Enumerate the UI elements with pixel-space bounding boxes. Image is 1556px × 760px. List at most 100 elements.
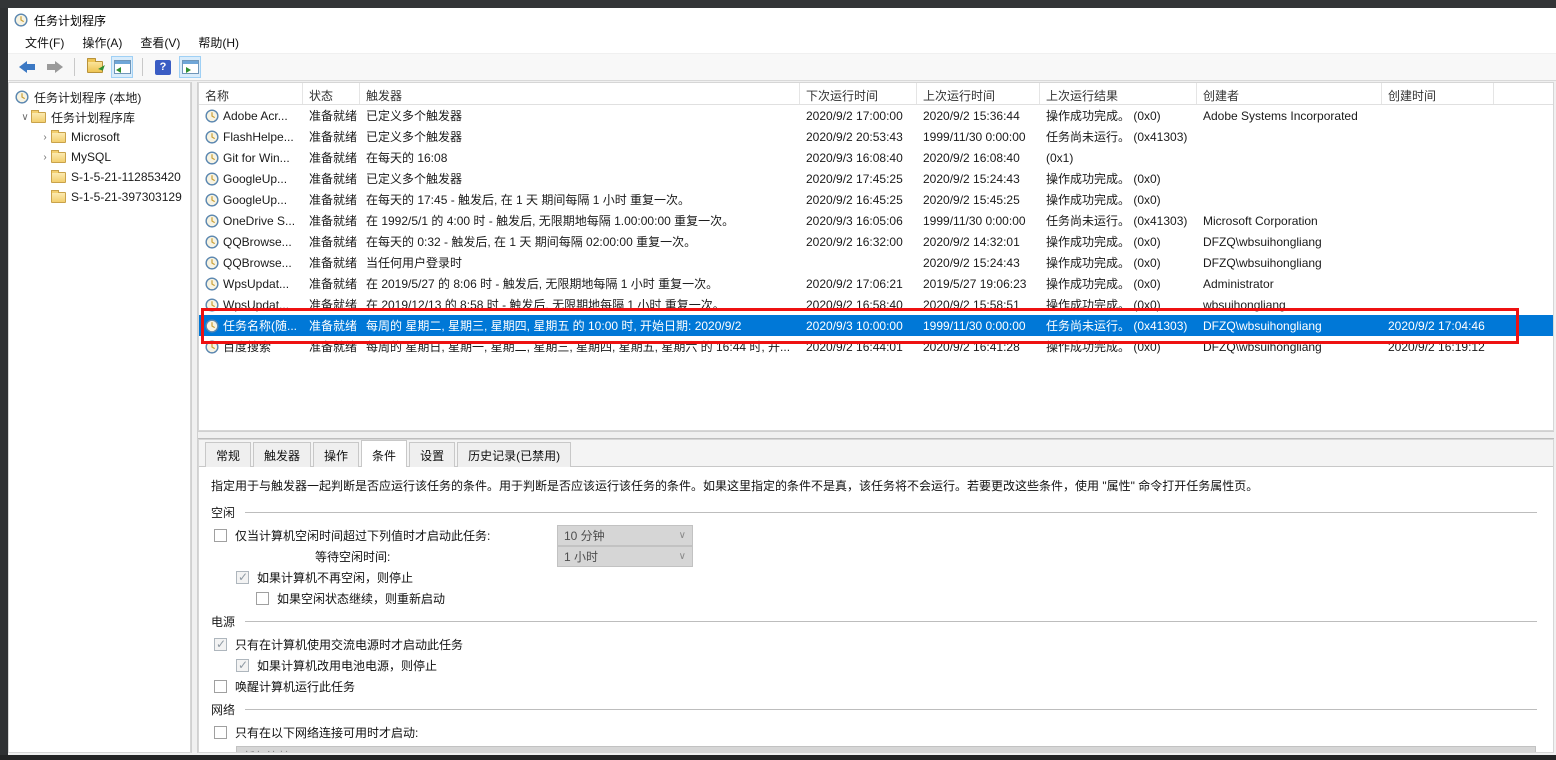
menu-file[interactable]: 文件(F) bbox=[16, 31, 73, 54]
ac-power-only-checkbox[interactable] bbox=[214, 638, 227, 651]
task-details-pane: 常规 触发器 操作 条件 设置 历史记录(已禁用) 指定用于与触发器一起判断是否… bbox=[198, 439, 1554, 753]
folder-icon bbox=[51, 132, 66, 143]
column-header-created[interactable]: 创建时间 bbox=[1382, 83, 1494, 104]
task-last-run: 1999/11/30 0:00:00 bbox=[917, 319, 1040, 333]
task-author: DFZQ\wbsuihongliang bbox=[1197, 319, 1382, 333]
tab-general[interactable]: 常规 bbox=[205, 442, 251, 467]
table-row[interactable]: Git for Win... 准备就绪 在每天的 16:08 2020/9/3 … bbox=[199, 147, 1553, 168]
table-row[interactable]: Adobe Acr... 准备就绪 已定义多个触发器 2020/9/2 17:0… bbox=[199, 105, 1553, 126]
table-row[interactable]: GoogleUp... 准备就绪 已定义多个触发器 2020/9/2 17:45… bbox=[199, 168, 1553, 189]
task-last-run: 1999/11/30 0:00:00 bbox=[917, 130, 1040, 144]
idle-start-checkbox[interactable] bbox=[214, 529, 227, 542]
stop-on-battery-checkbox[interactable] bbox=[236, 659, 249, 672]
help-icon: ? bbox=[155, 60, 171, 75]
chevron-down-icon[interactable]: ∨ bbox=[19, 112, 31, 123]
task-status: 准备就绪 bbox=[303, 254, 360, 271]
task-next-run: 2020/9/2 16:58:40 bbox=[800, 298, 917, 312]
tab-history[interactable]: 历史记录(已禁用) bbox=[457, 442, 571, 467]
chevron-right-icon[interactable]: › bbox=[39, 132, 51, 143]
help-button[interactable]: ? bbox=[152, 56, 174, 78]
task-created: 2020/9/2 17:04:46 bbox=[1382, 319, 1494, 333]
task-author: DFZQ\wbsuihongliang bbox=[1197, 340, 1382, 354]
task-trigger: 每周的 星期日, 星期一, 星期二, 星期三, 星期四, 星期五, 星期六 的 … bbox=[360, 338, 800, 355]
task-status: 准备就绪 bbox=[303, 212, 360, 229]
column-header-next-run[interactable]: 下次运行时间 bbox=[800, 83, 917, 104]
table-row[interactable]: FlashHelpe... 准备就绪 已定义多个触发器 2020/9/2 20:… bbox=[199, 126, 1553, 147]
app-clock-icon bbox=[14, 13, 28, 27]
stop-if-not-idle-checkbox[interactable] bbox=[236, 571, 249, 584]
tree-root-local[interactable]: 任务计划程序 (本地) bbox=[9, 87, 190, 107]
restart-if-idle-checkbox[interactable] bbox=[256, 592, 269, 605]
tab-settings[interactable]: 设置 bbox=[409, 442, 455, 467]
task-last-run: 1999/11/30 0:00:00 bbox=[917, 214, 1040, 228]
column-header-author[interactable]: 创建者 bbox=[1197, 83, 1382, 104]
chevron-right-icon[interactable]: › bbox=[39, 152, 51, 163]
column-header-result[interactable]: 上次运行结果 bbox=[1040, 83, 1197, 104]
toolbar-separator-2 bbox=[142, 58, 143, 76]
tree-item-label: S-1-5-21-397303129 bbox=[66, 190, 182, 204]
tab-actions[interactable]: 操作 bbox=[313, 442, 359, 467]
task-last-run: 2020/9/2 16:41:28 bbox=[917, 340, 1040, 354]
task-result: 操作成功完成。 (0x0) bbox=[1040, 233, 1197, 250]
task-result: 操作成功完成。 (0x0) bbox=[1040, 338, 1197, 355]
tab-conditions[interactable]: 条件 bbox=[361, 440, 407, 467]
open-folder-button[interactable] bbox=[84, 56, 106, 78]
menu-action[interactable]: 操作(A) bbox=[73, 31, 131, 54]
task-scheduler-app: 任务计划程序 文件(F) 操作(A) 查看(V) 帮助(H) ? 任务计划程序 … bbox=[0, 0, 1556, 760]
table-row[interactable]: WpsUpdat... 准备就绪 在 2019/12/13 的 8:58 时 -… bbox=[199, 294, 1553, 315]
network-connection-combobox[interactable]: 任何连接 ∨ bbox=[236, 746, 1536, 752]
task-list-body: Adobe Acr... 准备就绪 已定义多个触发器 2020/9/2 17:0… bbox=[199, 105, 1553, 357]
task-trigger: 每周的 星期二, 星期三, 星期四, 星期五 的 10:00 时, 开始日期: … bbox=[360, 317, 800, 334]
toggle-console-tree-button[interactable] bbox=[111, 56, 133, 78]
conditions-description: 指定用于与触发器一起判断是否应运行该任务的条件。用于判断是否应该运行该任务的条件… bbox=[211, 477, 1541, 494]
column-header-trigger[interactable]: 触发器 bbox=[360, 83, 800, 104]
section-divider bbox=[245, 512, 1537, 513]
task-next-run: 2020/9/2 16:32:00 bbox=[800, 235, 917, 249]
tree-item-microsoft[interactable]: › Microsoft bbox=[9, 127, 190, 147]
tree-item-mysql[interactable]: › MySQL bbox=[9, 147, 190, 167]
task-clock-icon bbox=[205, 319, 219, 333]
wait-idle-combobox[interactable]: 1 小时 ∨ bbox=[557, 546, 693, 567]
table-row[interactable]: WpsUpdat... 准备就绪 在 2019/5/27 的 8:06 时 - … bbox=[199, 273, 1553, 294]
table-row[interactable]: QQBrowse... 准备就绪 在每天的 0:32 - 触发后, 在 1 天 … bbox=[199, 231, 1553, 252]
task-result: (0x1) bbox=[1040, 151, 1197, 165]
network-section-header: 网络 bbox=[211, 701, 1541, 718]
task-name: Adobe Acr... bbox=[223, 109, 288, 123]
toggle-action-pane-button[interactable] bbox=[179, 56, 201, 78]
task-next-run: 2020/9/2 17:00:00 bbox=[800, 109, 917, 123]
task-author: Microsoft Corporation bbox=[1197, 214, 1382, 228]
network-condition-checkbox[interactable] bbox=[214, 726, 227, 739]
table-row[interactable]: 百度搜索 准备就绪 每周的 星期日, 星期一, 星期二, 星期三, 星期四, 星… bbox=[199, 336, 1553, 357]
menu-view[interactable]: 查看(V) bbox=[131, 31, 189, 54]
task-name: WpsUpdat... bbox=[223, 277, 289, 291]
task-status: 准备就绪 bbox=[303, 275, 360, 292]
task-name: Git for Win... bbox=[223, 151, 290, 165]
forward-button[interactable] bbox=[43, 56, 65, 78]
tree-item-library[interactable]: ∨ 任务计划程序库 bbox=[9, 107, 190, 127]
tree-item-sid-1[interactable]: S-1-5-21-112853420 bbox=[9, 167, 190, 187]
tree-item-sid-2[interactable]: S-1-5-21-397303129 bbox=[9, 187, 190, 207]
table-row[interactable]: GoogleUp... 准备就绪 在每天的 17:45 - 触发后, 在 1 天… bbox=[199, 189, 1553, 210]
task-last-run: 2020/9/2 15:45:25 bbox=[917, 193, 1040, 207]
task-status: 准备就绪 bbox=[303, 233, 360, 250]
tab-triggers[interactable]: 触发器 bbox=[253, 442, 311, 467]
section-divider bbox=[245, 621, 1537, 622]
task-result: 操作成功完成。 (0x0) bbox=[1040, 191, 1197, 208]
wake-computer-checkbox[interactable] bbox=[214, 680, 227, 693]
vertical-splitter[interactable] bbox=[191, 82, 198, 753]
idle-duration-combobox[interactable]: 10 分钟 ∨ bbox=[557, 525, 693, 546]
column-header-last-run[interactable]: 上次运行时间 bbox=[917, 83, 1040, 104]
horizontal-splitter[interactable] bbox=[198, 431, 1554, 439]
column-header-name[interactable]: 名称 bbox=[199, 83, 303, 104]
table-row[interactable]: 任务名称(随... 准备就绪 每周的 星期二, 星期三, 星期四, 星期五 的 … bbox=[199, 315, 1553, 336]
scheduler-clock-icon bbox=[15, 90, 29, 104]
table-row[interactable]: QQBrowse... 准备就绪 当任何用户登录时 2020/9/2 15:24… bbox=[199, 252, 1553, 273]
wake-computer-label: 唤醒计算机运行此任务 bbox=[227, 678, 355, 695]
library-folder-icon bbox=[31, 112, 46, 123]
column-header-status[interactable]: 状态 bbox=[303, 83, 360, 104]
task-status: 准备就绪 bbox=[303, 107, 360, 124]
menu-help[interactable]: 帮助(H) bbox=[189, 31, 248, 54]
back-button[interactable] bbox=[16, 56, 38, 78]
table-row[interactable]: OneDrive S... 准备就绪 在 1992/5/1 的 4:00 时 -… bbox=[199, 210, 1553, 231]
folder-icon bbox=[51, 172, 66, 183]
